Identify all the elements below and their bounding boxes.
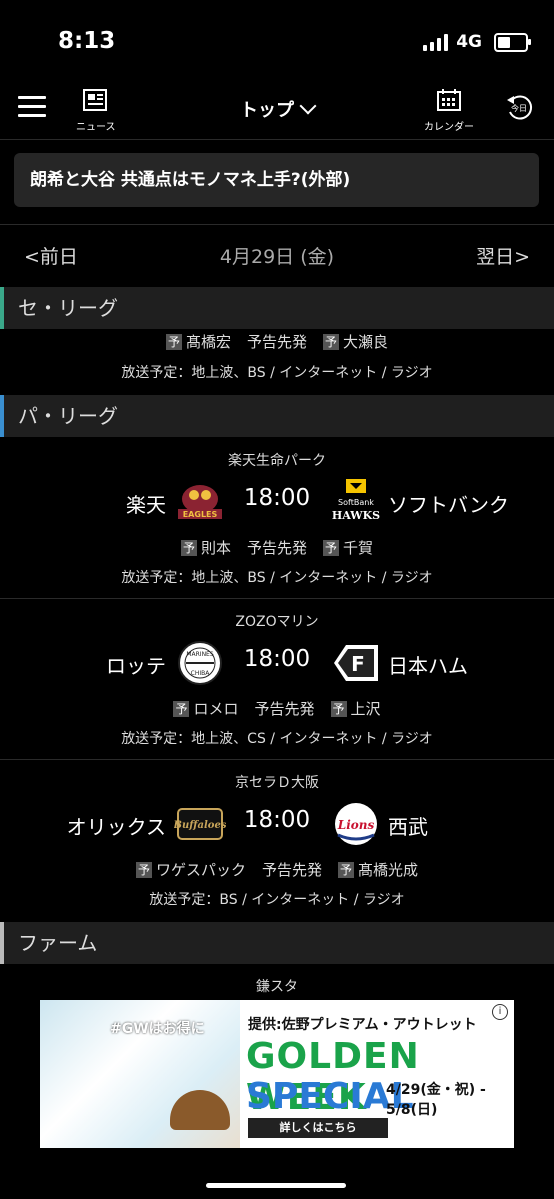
home-indicator[interactable] bbox=[206, 1183, 346, 1188]
game-card[interactable]: オリックス Buffaloes 18:00 Lions 西武 bbox=[0, 799, 554, 849]
chevron-down-icon bbox=[299, 97, 317, 115]
page-title: トップ bbox=[240, 100, 294, 121]
probable-badge: 予 bbox=[330, 701, 347, 717]
game-time: 18:00 bbox=[243, 646, 311, 672]
pitcher-status: 予告先発 bbox=[254, 700, 315, 718]
status-bar: 8:13 4G bbox=[0, 0, 554, 84]
calendar-button[interactable]: カレンダー bbox=[424, 88, 474, 133]
broadcast-info: 放送予定：地上波、BS / インターネット / ラジオ bbox=[121, 570, 433, 586]
svg-text:EAGLES: EAGLES bbox=[183, 510, 218, 519]
away-pitcher: 千賀 bbox=[343, 539, 374, 557]
league-header-farm: ファーム bbox=[0, 922, 554, 964]
venue: 京セラＤ大阪 bbox=[235, 775, 319, 791]
away-pitcher: 上沢 bbox=[350, 700, 381, 718]
hawks-logo-icon: SoftBank HAWKS bbox=[332, 479, 380, 522]
probable-badge: 予 bbox=[338, 862, 354, 878]
away-team: ソフトバンク bbox=[388, 493, 509, 517]
today-button[interactable]: 今日 bbox=[504, 94, 534, 126]
probable-badge: 予 bbox=[173, 701, 190, 717]
today-label: 今日 bbox=[511, 103, 527, 113]
probable-badge: 予 bbox=[180, 540, 197, 556]
ad-tag: #GWはお得に bbox=[110, 1021, 205, 1037]
ad-sponsor: 提供:佐野プレミアム・アウトレット bbox=[248, 1017, 477, 1033]
signal-icon bbox=[423, 33, 449, 51]
away-pitcher: 大瀬良 bbox=[343, 333, 389, 351]
broadcast-info: 放送予定：地上波、CS / インターネット / ラジオ bbox=[121, 731, 433, 747]
venue: ZOZOマリン bbox=[235, 614, 319, 630]
home-pitcher: 則本 bbox=[200, 539, 231, 557]
divider bbox=[0, 598, 554, 599]
pitcher-status: 予告先発 bbox=[246, 539, 307, 557]
home-pitcher: 髙橋宏 bbox=[185, 333, 231, 351]
probable-badge: 予 bbox=[323, 540, 339, 556]
svg-text:F: F bbox=[351, 652, 365, 676]
fighters-logo-icon: F bbox=[334, 645, 378, 681]
next-day-label: 翌日 bbox=[476, 246, 515, 268]
broadcast-info: 放送予定：地上波、BS / インターネット / ラジオ bbox=[121, 365, 433, 381]
game-time: 18:00 bbox=[243, 807, 311, 833]
advertisement-banner[interactable]: #GWはお得に 提供:佐野プレミアム・アウトレット GOLDEN WEEK SP… bbox=[40, 1000, 514, 1148]
next-day-button[interactable]: 翌日> bbox=[476, 242, 530, 269]
today-icon: 今日 bbox=[507, 95, 533, 120]
ad-cta-button[interactable]: 詳しくはこちら bbox=[248, 1118, 388, 1138]
nav-bar: ニュース トップ カレンダー 今日 bbox=[0, 84, 554, 140]
probable-badge: 予 bbox=[135, 862, 152, 878]
probable-badge: 予 bbox=[323, 334, 339, 350]
probable-badge: 予 bbox=[165, 334, 182, 350]
calendar-icon bbox=[437, 89, 461, 111]
pitcher-status: 予告先発 bbox=[261, 861, 322, 879]
lions-logo-icon: Lions bbox=[335, 803, 377, 845]
pitcher-status: 予告先発 bbox=[246, 333, 307, 351]
pitcher-row: 予則本 予告先発予千賀 bbox=[0, 537, 554, 558]
svg-text:SoftBank: SoftBank bbox=[338, 498, 374, 507]
venue: 鎌スタ bbox=[256, 979, 298, 995]
game-card[interactable]: ロッテ MARINES CHIBA 18:00 F 日本ハム bbox=[0, 638, 554, 688]
home-pitcher: ロメロ bbox=[193, 700, 239, 718]
svg-text:HAWKS: HAWKS bbox=[332, 509, 380, 522]
league-header-pacific: パ・リーグ bbox=[0, 395, 554, 437]
battery-icon bbox=[494, 32, 531, 52]
ad-date-start: 4/29(金・祝) - bbox=[386, 1082, 486, 1098]
status-icons: 4G bbox=[423, 32, 531, 52]
broadcast-info: 放送予定：BS / インターネット / ラジオ bbox=[149, 892, 405, 908]
network-type: 4G bbox=[456, 32, 482, 52]
headline-banner[interactable]: 朗希と大谷 共通点はモノマネ上手?(外部) bbox=[14, 153, 539, 207]
game-card[interactable]: 楽天 EAGLES 18:00 SoftBank HAWKS ソフトバンク bbox=[0, 477, 554, 527]
away-pitcher: 髙橋光成 bbox=[358, 861, 419, 879]
clock: 8:13 bbox=[58, 28, 116, 54]
date-navigation: <前日 4月29日 (金) 翌日> bbox=[0, 224, 554, 286]
divider bbox=[0, 759, 554, 760]
home-pitcher: ワゲスパック bbox=[155, 861, 246, 879]
pitcher-row: 予髙橋宏 予告先発予大瀬良 bbox=[0, 331, 554, 352]
ad-info-icon[interactable]: i bbox=[492, 1004, 508, 1020]
ad-date-end: 5/8(日) bbox=[386, 1102, 438, 1118]
svg-text:Lions: Lions bbox=[337, 818, 375, 832]
venue: 楽天生命パーク bbox=[228, 453, 326, 469]
calendar-label: カレンダー bbox=[424, 122, 474, 133]
pitcher-row: 予ワゲスパック 予告先発予髙橋光成 bbox=[0, 859, 554, 880]
ad-dates: 4/29(金・祝) - 5/8(日) bbox=[386, 1080, 486, 1120]
league-header-central: セ・リーグ bbox=[0, 287, 554, 329]
away-team: 西武 bbox=[388, 815, 428, 839]
pitcher-row: 予ロメロ 予告先発予上沢 bbox=[0, 698, 554, 719]
current-date: 4月29日 (金) bbox=[219, 246, 335, 268]
away-team: 日本ハム bbox=[388, 654, 468, 678]
